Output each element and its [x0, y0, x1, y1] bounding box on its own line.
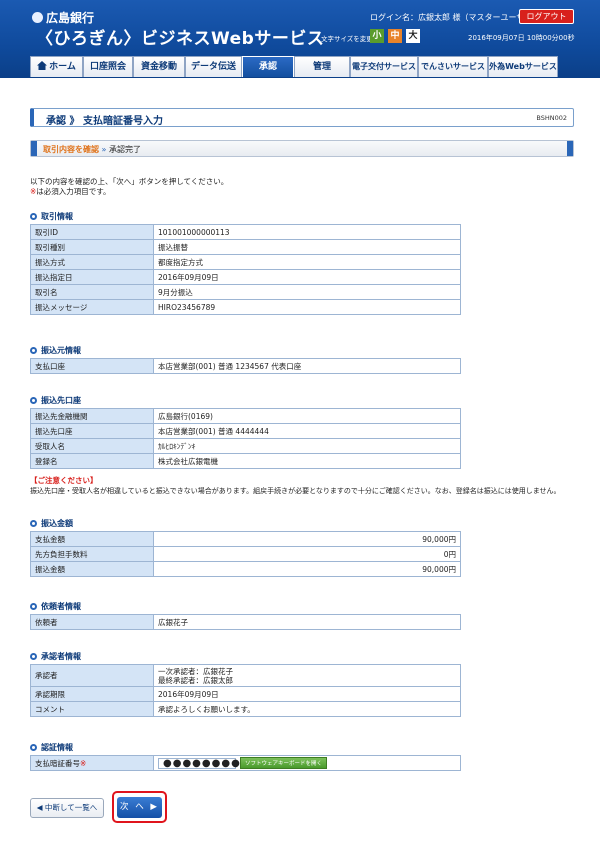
section-title-amount: 振込金額 — [30, 518, 73, 529]
software-keyboard-button[interactable]: ソフトウェアキーボードを開く — [240, 757, 328, 769]
cancel-to-list-button[interactable]: ◀ 中断して一覧へ — [30, 798, 104, 818]
step-bar-right-cap — [567, 141, 573, 156]
destination-table: 振込先金融機関 広島銀行(0169) 振込先口座 本店営業部(001) 普通 444… — [30, 408, 461, 469]
table-row: コメント 承認よろしくお願いします。 — [30, 701, 461, 717]
section-bullet-icon — [30, 213, 37, 220]
font-size-large-button[interactable]: 大 — [406, 29, 420, 43]
page-title: 承認 》 支払暗証番号入力 — [46, 116, 163, 127]
section-title-requester: 依頼者情報 — [30, 601, 81, 612]
table-row: 支払暗証番号※ ●●●●●●●● ソフトウェアキーボードを開く — [30, 755, 461, 771]
amount-table: 支払金額 90,000円 先方負担手数料 0円 振込金額 90,000円 — [30, 531, 461, 577]
table-row: 取引種別 振込振替 — [30, 239, 461, 255]
step-indicator: 取引内容を確認 » 承認完了 — [30, 140, 574, 157]
requester-table: 依頼者 広銀花子 — [30, 614, 461, 630]
home-icon — [37, 61, 48, 70]
section-bullet-icon — [30, 520, 37, 527]
approver-table: 承認者 一次承認者：広銀花子 最終承認者：広銀太郎 承認期限 2016年09月09日 … — [30, 664, 461, 717]
step-current: 取引内容を確認 — [43, 145, 99, 154]
table-row: 取引ID 101001000000113 — [30, 224, 461, 240]
section-bullet-icon — [30, 603, 37, 610]
font-size-medium-button[interactable]: 中 — [388, 29, 402, 43]
tab-data-transmission[interactable]: データ伝送 — [185, 56, 242, 77]
bank-logo-icon — [32, 12, 43, 23]
section-title-destination: 振込先口座 — [30, 395, 81, 406]
table-row: 受取人名 ｶﾙﾋﾛｷﾝﾃﾞﾝｷ — [30, 438, 461, 454]
payment-pin-input[interactable]: ●●●●●●●● — [158, 757, 240, 769]
section-bullet-icon — [30, 347, 37, 354]
section-title-auth: 認証情報 — [30, 742, 73, 753]
auth-table: 支払暗証番号※ ●●●●●●●● ソフトウェアキーボードを開く — [30, 755, 461, 771]
next-button[interactable]: 次 へ ▶ — [117, 797, 162, 818]
main-nav: ホーム 口座照会 資金移動 データ伝送 承認 管理 電子交付サービス でんさいサ… — [30, 56, 558, 77]
table-row: 支払口座 本店営業部(001) 普通 1234567 代表口座 — [30, 358, 461, 374]
header: 広島銀行 〈ひろぎん〉ビジネスWebサービス ログイン名：広銀太郎 様（マスター… — [0, 0, 600, 78]
tab-forex[interactable]: 外為Webサービス — [488, 56, 558, 77]
table-row: 先方負担手数料 0円 — [30, 546, 461, 562]
transaction-table: 取引ID 101001000000113 取引種別 振込振替 振込方式 都度指定方式 … — [30, 224, 461, 315]
page-title-bar: 承認 》 支払暗証番号入力 BSHN002 — [30, 108, 574, 127]
table-row: 承認者 一次承認者：広銀花子 最終承認者：広銀太郎 — [30, 664, 461, 687]
table-row: 振込メッセージ HIRO23456789 — [30, 299, 461, 315]
caution-title: 【ご注意ください】 — [30, 476, 98, 485]
service-name: 〈ひろぎん〉ビジネスWebサービス — [36, 29, 325, 49]
section-bullet-icon — [30, 744, 37, 751]
step-separator: » — [101, 145, 107, 154]
font-size-label: 文字サイズを変更 — [321, 35, 373, 43]
tab-home[interactable]: ホーム — [30, 56, 83, 77]
tab-e-delivery[interactable]: 電子交付サービス — [350, 56, 418, 77]
tab-management[interactable]: 管理 — [294, 56, 350, 77]
step-bar-left-cap — [31, 141, 37, 156]
intro-text: 以下の内容を確認の上、「次へ」ボタンを押してください。 ※は必須入力項目です。 — [30, 177, 229, 196]
tab-account-inquiry[interactable]: 口座照会 — [83, 56, 133, 77]
login-info: ログイン名：広銀太郎 様（マスターユーザ） — [370, 13, 533, 22]
table-row: 支払金額 90,000円 — [30, 531, 461, 547]
section-title-approver: 承認者情報 — [30, 651, 81, 662]
table-row: 承認期限 2016年09月09日 — [30, 686, 461, 702]
step-next: 承認完了 — [109, 145, 141, 154]
tab-fund-transfer[interactable]: 資金移動 — [133, 56, 185, 77]
section-bullet-icon — [30, 397, 37, 404]
section-title-source: 振込元情報 — [30, 345, 81, 356]
source-table: 支払口座 本店営業部(001) 普通 1234567 代表口座 — [30, 358, 461, 374]
bank-name: 広島銀行 — [46, 11, 95, 25]
table-row: 振込先金融機関 広島銀行(0169) — [30, 408, 461, 424]
required-mark: ※ — [80, 758, 87, 768]
table-row: 依頼者 広銀花子 — [30, 614, 461, 630]
logout-button[interactable]: ログアウト — [519, 9, 574, 24]
font-size-small-button[interactable]: 小 — [370, 29, 384, 43]
table-row: 取引名 9月分振込 — [30, 284, 461, 300]
pin-label: 支払暗証番号 — [35, 758, 80, 768]
screen-id: BSHN002 — [536, 114, 567, 122]
table-row: 振込先口座 本店営業部(001) 普通 4444444 — [30, 423, 461, 439]
table-row: 振込金額 90,000円 — [30, 561, 461, 577]
section-title-transaction: 取引情報 — [30, 211, 73, 222]
tab-approval[interactable]: 承認 — [242, 56, 294, 77]
section-bullet-icon — [30, 653, 37, 660]
header-datetime: 2016年09月07日 10時00分00秒 — [468, 34, 575, 42]
caution-text: 振込先口座・受取人名が相違していると振込できない場合があります。組戻手続きが必要… — [30, 487, 561, 495]
table-row: 振込方式 都度指定方式 — [30, 254, 461, 270]
table-row: 登録名 株式会社広銀電機 — [30, 453, 461, 469]
tab-densai[interactable]: でんさいサービス — [418, 56, 488, 77]
table-row: 振込指定日 2016年09月09日 — [30, 269, 461, 285]
